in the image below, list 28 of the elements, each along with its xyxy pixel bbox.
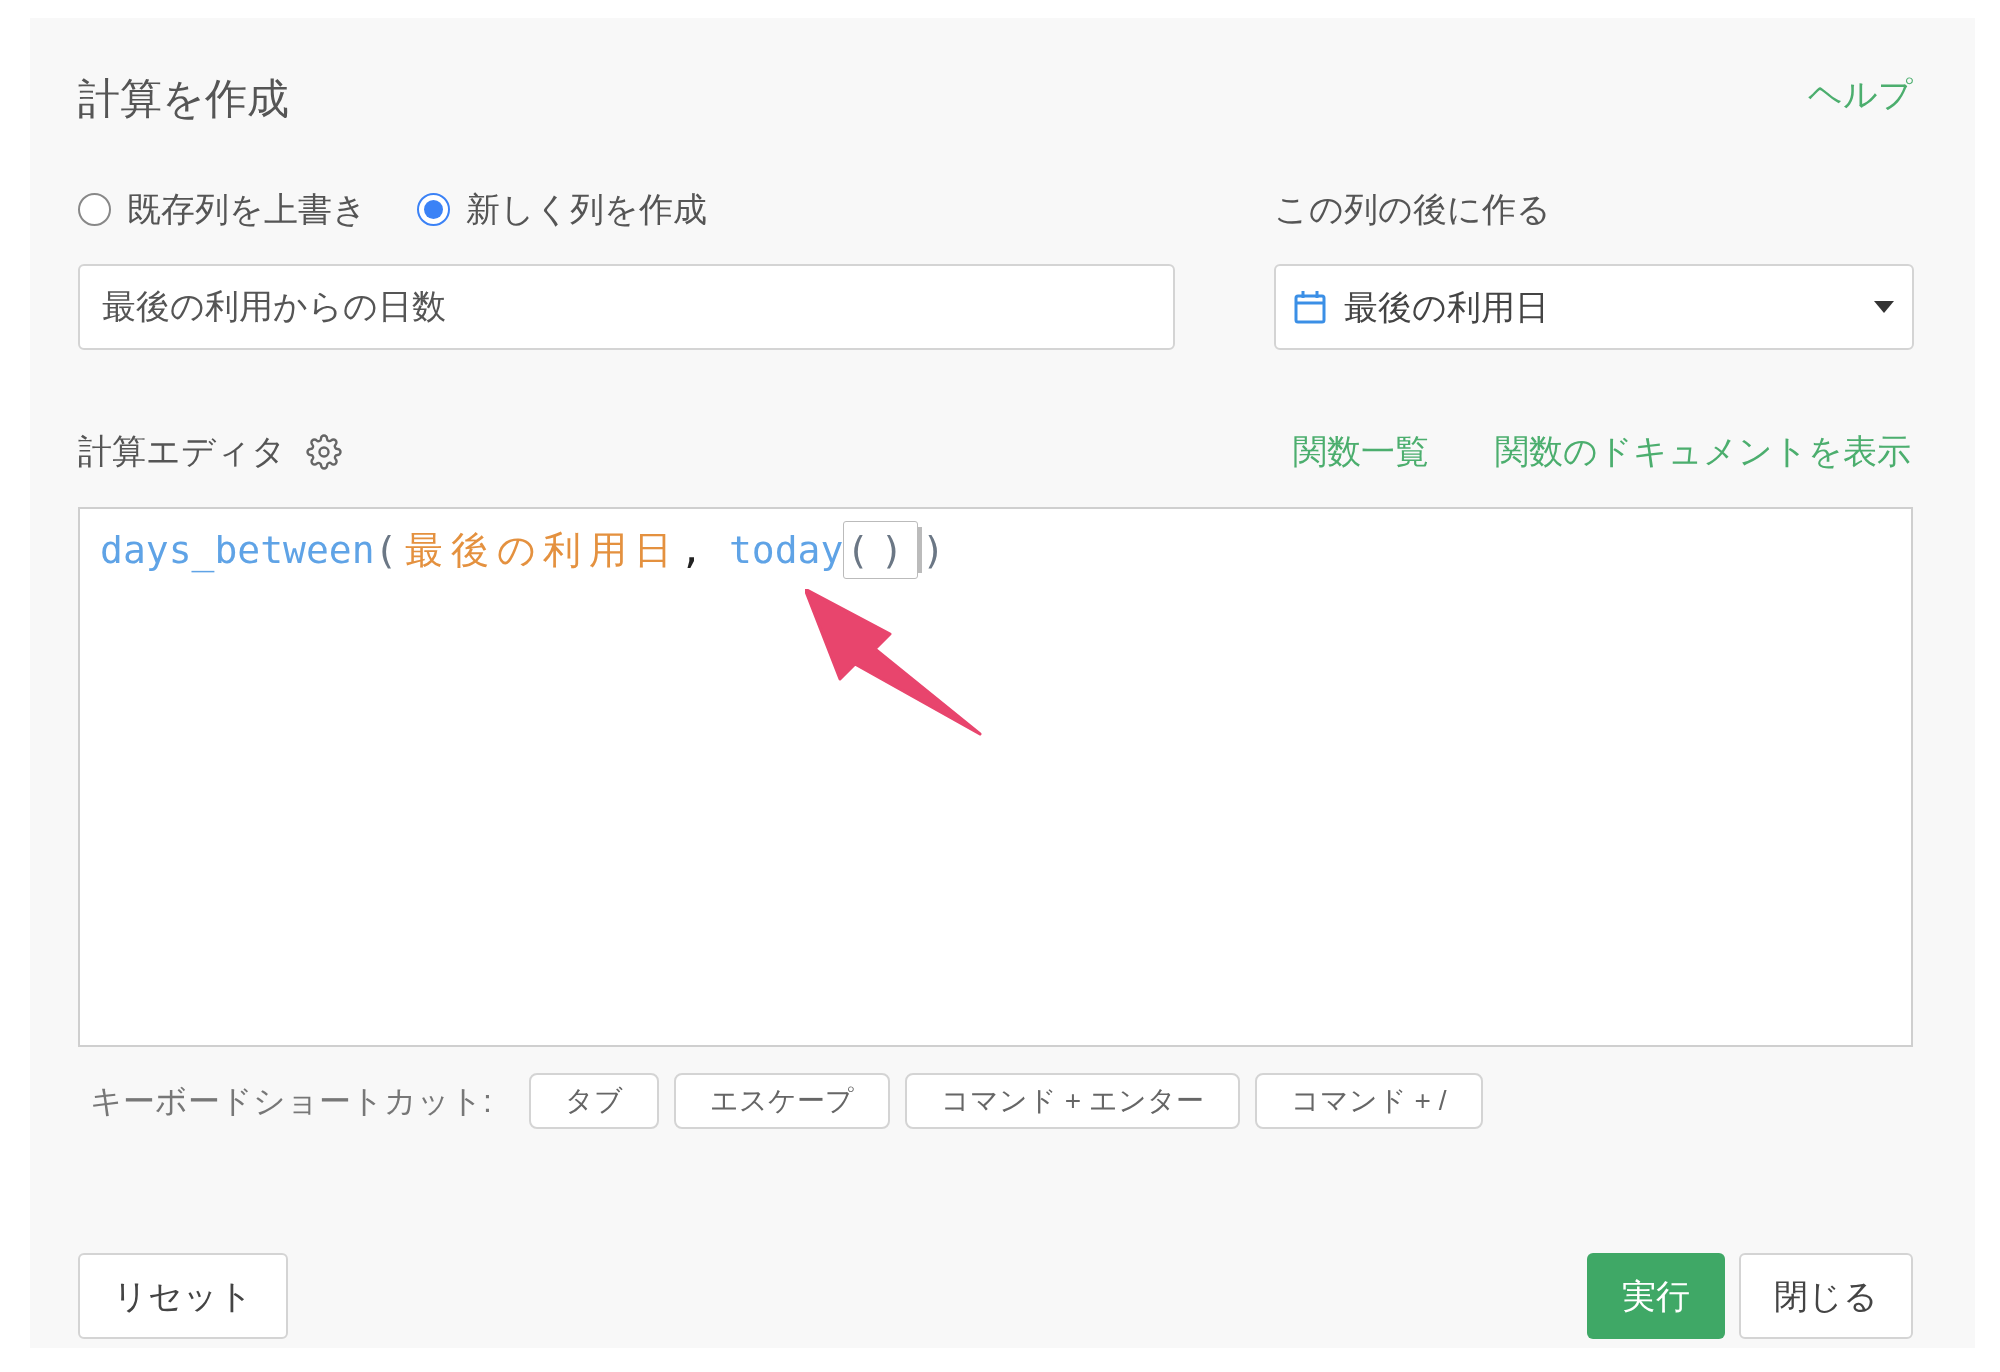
caret-icon <box>1874 301 1894 313</box>
shortcuts-label: キーボードショートカット: <box>90 1082 492 1121</box>
dialog-title: 計算を作成 <box>78 78 289 120</box>
code-column: 最後の利用日 <box>405 522 681 578</box>
shortcut-key: エスケープ <box>673 1073 890 1129</box>
text-cursor <box>917 527 922 573</box>
radio-button[interactable] <box>78 192 111 226</box>
radio-label: 既存列を上書き <box>127 188 367 230</box>
position-dropdown[interactable]: 最後の利用日 <box>1274 264 1914 350</box>
close-button[interactable]: 閉じる <box>1739 1253 1913 1339</box>
editor-label: 計算エディタ <box>78 431 286 472</box>
shortcut-key: コマンド + エンター <box>904 1073 1240 1129</box>
shortcut-key: タブ <box>528 1073 659 1129</box>
position-label: この列の後に作る <box>1274 188 1552 230</box>
code-comma: , <box>680 527 703 574</box>
column-name-field[interactable]: 最後の利用からの日数 <box>78 264 1175 350</box>
code-function: today <box>728 527 844 574</box>
settings-icon[interactable] <box>306 433 342 470</box>
radio-button[interactable] <box>417 192 450 226</box>
reset-button[interactable]: リセット <box>78 1253 288 1339</box>
calendar-icon <box>1294 290 1326 324</box>
code-paren: ) <box>921 527 945 574</box>
matched-brackets: () <box>843 521 918 579</box>
code-paren: ( <box>374 527 398 574</box>
shortcut-key: コマンド + / <box>1254 1073 1483 1129</box>
radio-label: 新しく列を作成 <box>466 188 707 230</box>
code-editor[interactable]: days_between( 最後の利用日, today() ) <box>78 507 1913 1047</box>
code-function: days_between <box>100 527 375 575</box>
